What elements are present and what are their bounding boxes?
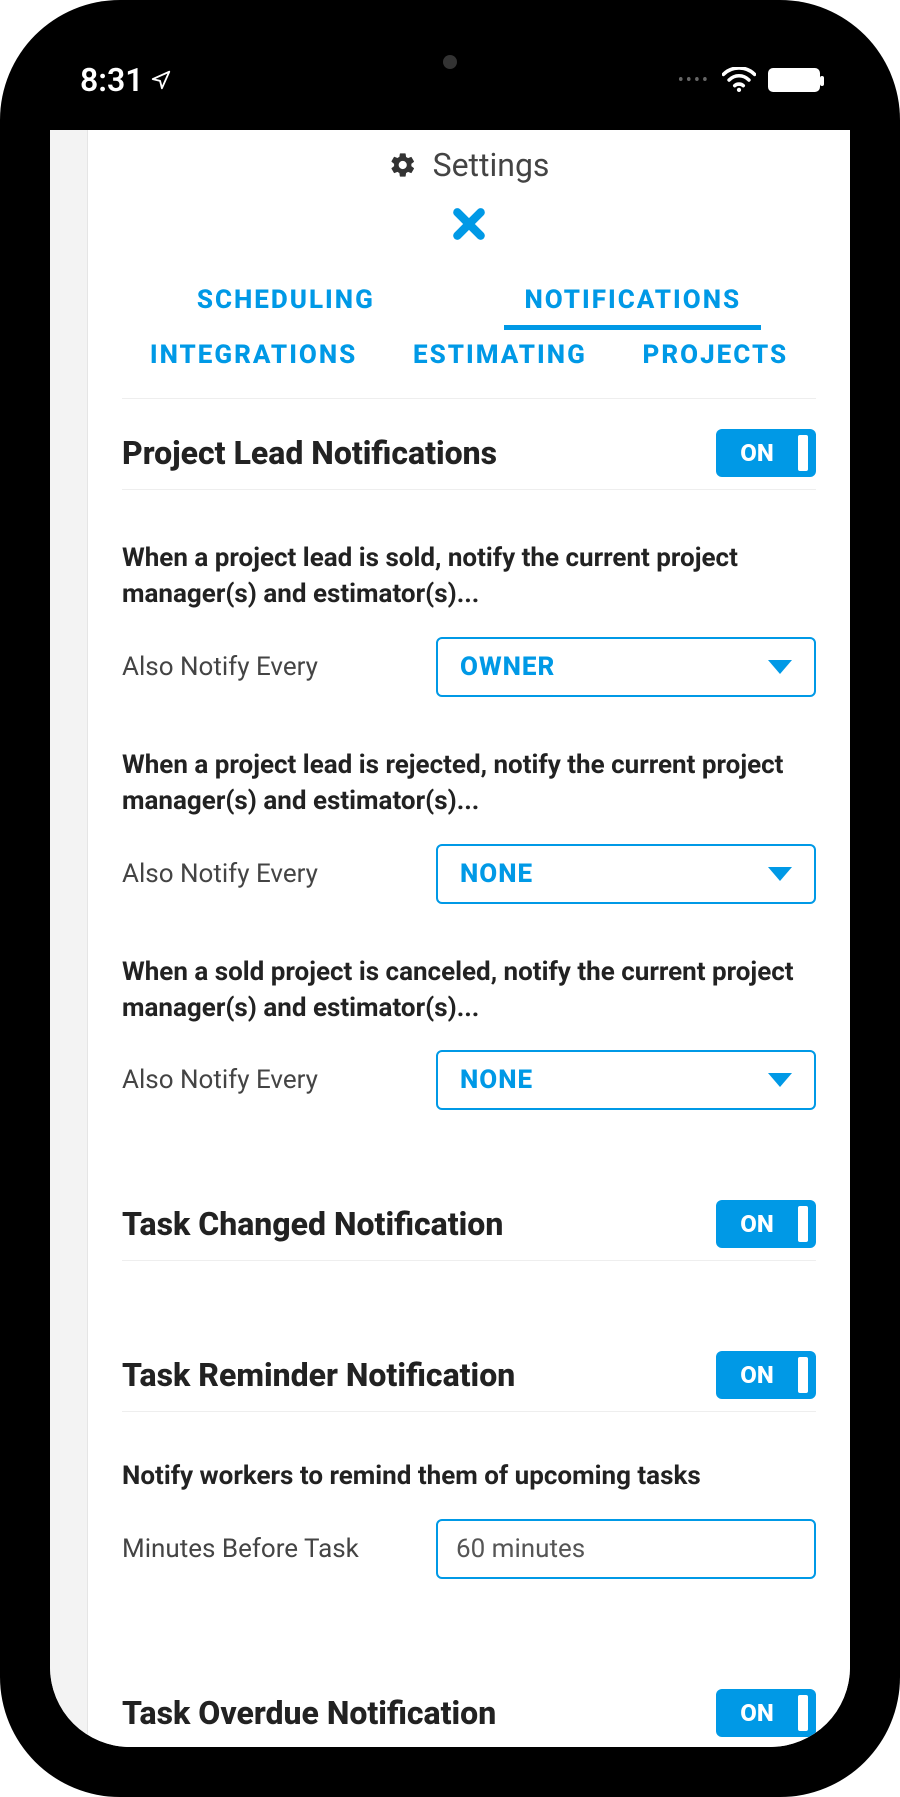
task-reminder-title: Task Reminder Notification — [122, 1356, 515, 1394]
toggle-on-label: ON — [724, 1210, 790, 1238]
tab-scheduling[interactable]: SCHEDULING — [177, 275, 395, 330]
minutes-before-input[interactable]: 60 minutes — [436, 1519, 816, 1579]
tab-estimating[interactable]: ESTIMATING — [393, 330, 607, 380]
tab-integrations[interactable]: INTEGRATIONS — [130, 330, 377, 380]
status-time: 8:31 — [80, 61, 172, 99]
chevron-down-icon — [768, 1073, 792, 1087]
gear-icon — [389, 151, 417, 179]
project-lead-toggle[interactable]: ON — [716, 429, 816, 477]
toggle-knob-icon — [798, 1357, 808, 1393]
task-reminder-toggle[interactable]: ON — [716, 1351, 816, 1399]
chevron-down-icon — [768, 867, 792, 881]
project-lead-canceled-select[interactable]: NONE — [436, 1050, 816, 1110]
task-reminder-desc: Notify workers to remind them of upcomin… — [122, 1412, 816, 1494]
project-lead-canceled-label: Also Notify Every — [122, 1065, 318, 1095]
toggle-knob-icon — [798, 435, 808, 471]
toggle-on-label: ON — [724, 439, 790, 467]
close-button[interactable] — [449, 204, 489, 251]
toggle-knob-icon — [798, 1695, 808, 1731]
toggle-on-label: ON — [724, 1361, 790, 1389]
project-lead-rejected-desc: When a project lead is rejected, notify … — [122, 697, 816, 820]
page-header: Settings — [122, 140, 816, 196]
status-time-text: 8:31 — [80, 61, 144, 99]
task-overdue-toggle[interactable]: ON — [716, 1689, 816, 1737]
location-icon — [150, 69, 172, 91]
toggle-knob-icon — [798, 1206, 808, 1242]
task-changed-title: Task Changed Notification — [122, 1205, 503, 1243]
task-overdue-title: Task Overdue Notification — [122, 1694, 496, 1732]
tab-notifications[interactable]: NOTIFICATIONS — [504, 275, 761, 330]
project-lead-canceled-desc: When a sold project is canceled, notify … — [122, 904, 816, 1027]
wifi-icon — [722, 67, 756, 93]
project-lead-rejected-select[interactable]: NONE — [436, 844, 816, 904]
tab-projects[interactable]: PROJECTS — [623, 330, 809, 380]
status-dots-icon: •••• — [678, 70, 710, 91]
project-lead-sold-select[interactable]: OWNER — [436, 637, 816, 697]
close-icon — [449, 204, 489, 244]
toggle-on-label: ON — [724, 1699, 790, 1727]
project-lead-sold-label: Also Notify Every — [122, 652, 318, 682]
chevron-down-icon — [768, 660, 792, 674]
select-value: NONE — [460, 1065, 533, 1095]
tab-bar: SCHEDULING NOTIFICATIONS INTEGRATIONS ES… — [122, 271, 816, 399]
input-value: 60 minutes — [456, 1534, 585, 1564]
select-value: NONE — [460, 859, 533, 889]
task-changed-toggle[interactable]: ON — [716, 1200, 816, 1248]
select-value: OWNER — [460, 652, 555, 682]
minutes-before-label: Minutes Before Task — [122, 1534, 359, 1564]
project-lead-rejected-label: Also Notify Every — [122, 859, 318, 889]
project-lead-title: Project Lead Notifications — [122, 434, 497, 472]
project-lead-sold-desc: When a project lead is sold, notify the … — [122, 490, 816, 613]
battery-icon — [768, 68, 820, 92]
page-title: Settings — [433, 146, 550, 184]
